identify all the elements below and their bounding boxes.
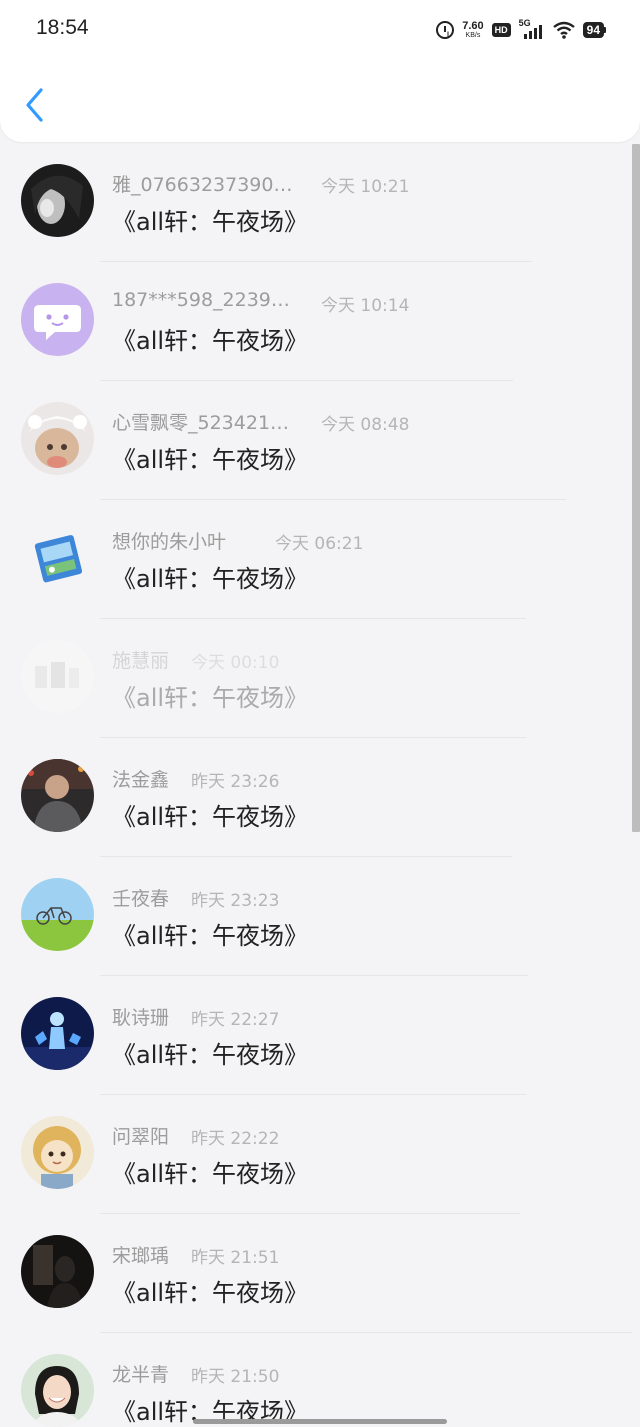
status-bar: 18:54 7.60 KB/s HD 5G 94 bbox=[0, 0, 640, 58]
message-text: 《all轩：午夜场》 bbox=[112, 565, 309, 593]
sender-name: 想你的朱小叶 bbox=[112, 531, 227, 553]
divider bbox=[100, 737, 526, 738]
divider bbox=[100, 1213, 520, 1214]
network-speed-value: 7.60 bbox=[462, 20, 484, 32]
list-item[interactable]: 龙半青 昨天 21:50 《all轩：午夜场》 bbox=[0, 1334, 632, 1427]
sender-name: 187***598_2239… bbox=[112, 289, 290, 311]
network-speed-unit: KB/s bbox=[465, 32, 481, 39]
message-text: 《all轩：午夜场》 bbox=[112, 1279, 309, 1307]
network-speed: 7.60 KB/s bbox=[462, 20, 484, 40]
cellular-signal-icon: 5G bbox=[519, 18, 545, 41]
avatar[interactable] bbox=[21, 1235, 94, 1308]
divider bbox=[100, 499, 566, 500]
scrollbar[interactable] bbox=[632, 144, 640, 1427]
home-indicator[interactable] bbox=[193, 1419, 447, 1424]
avatar[interactable] bbox=[21, 521, 94, 594]
message-text: 《all轩：午夜场》 bbox=[112, 1041, 309, 1069]
message-time: 今天 10:21 bbox=[321, 177, 410, 197]
avatar[interactable] bbox=[21, 640, 94, 713]
list-item[interactable]: 壬夜春 昨天 23:23 《all轩：午夜场》 bbox=[0, 858, 632, 977]
list-item[interactable]: 法金鑫 昨天 23:26 《all轩：午夜场》 bbox=[0, 739, 632, 858]
battery-level: 94 bbox=[582, 22, 604, 38]
message-text: 《all轩：午夜场》 bbox=[112, 446, 309, 474]
sender-name: 耿诗珊 bbox=[112, 1007, 170, 1029]
avatar[interactable] bbox=[21, 1116, 94, 1189]
message-time: 今天 10:14 bbox=[321, 296, 410, 316]
list-item[interactable]: 雅_07663237390… 今天 10:21 《all轩：午夜场》 bbox=[0, 144, 632, 263]
hd-icon: HD bbox=[491, 23, 511, 37]
sender-name: 龙半青 bbox=[112, 1364, 170, 1386]
list-item[interactable]: 耿诗珊 昨天 22:27 《all轩：午夜场》 bbox=[0, 977, 632, 1096]
divider bbox=[100, 618, 526, 619]
message-text: 《all轩：午夜场》 bbox=[112, 922, 309, 950]
divider bbox=[100, 1332, 632, 1333]
avatar[interactable] bbox=[21, 1354, 94, 1427]
divider bbox=[100, 856, 512, 857]
status-time: 18:54 bbox=[36, 16, 89, 39]
divider bbox=[100, 1094, 526, 1095]
sender-name: 宋瑯瑀 bbox=[112, 1245, 170, 1267]
message-time: 昨天 22:27 bbox=[191, 1010, 280, 1030]
message-list: 雅_07663237390… 今天 10:21 《all轩：午夜场》 187**… bbox=[0, 144, 632, 1427]
header-bar bbox=[0, 58, 640, 142]
message-time: 今天 00:10 bbox=[191, 653, 280, 673]
message-text: 《all轩：午夜场》 bbox=[112, 327, 309, 355]
divider bbox=[100, 261, 532, 262]
alarm-icon bbox=[436, 21, 455, 39]
message-text: 《all轩：午夜场》 bbox=[112, 208, 309, 236]
avatar[interactable] bbox=[21, 997, 94, 1070]
list-item[interactable]: 问翠阳 昨天 22:22 《all轩：午夜场》 bbox=[0, 1096, 632, 1215]
divider bbox=[100, 380, 513, 381]
sender-name: 法金鑫 bbox=[112, 769, 170, 791]
message-time: 昨天 23:23 bbox=[191, 891, 280, 911]
list-item[interactable]: 想你的朱小叶 今天 06:21 《all轩：午夜场》 bbox=[0, 501, 632, 620]
status-icons: 7.60 KB/s HD 5G 94 bbox=[436, 18, 606, 42]
message-time: 昨天 21:50 bbox=[191, 1367, 280, 1387]
sender-name: 雅_07663237390… bbox=[112, 174, 293, 196]
list-item[interactable]: 心雪飘零_523421… 今天 08:48 《all轩：午夜场》 bbox=[0, 382, 632, 501]
message-text: 《all轩：午夜场》 bbox=[112, 684, 309, 712]
message-time: 今天 06:21 bbox=[275, 534, 364, 554]
message-text: 《all轩：午夜场》 bbox=[112, 803, 309, 831]
divider bbox=[100, 975, 528, 976]
message-time: 昨天 22:22 bbox=[191, 1129, 280, 1149]
sender-name: 心雪飘零_523421… bbox=[112, 412, 290, 434]
chevron-left-icon[interactable] bbox=[16, 84, 52, 128]
message-time: 昨天 21:51 bbox=[191, 1248, 280, 1268]
list-item[interactable]: 施慧丽 今天 00:10 《all轩：午夜场》 bbox=[0, 620, 632, 739]
sender-name: 壬夜春 bbox=[112, 888, 170, 910]
battery-icon: 94 bbox=[582, 22, 606, 38]
message-time: 昨天 23:26 bbox=[191, 772, 280, 792]
avatar[interactable] bbox=[21, 402, 94, 475]
avatar[interactable] bbox=[21, 759, 94, 832]
wifi-icon bbox=[552, 21, 575, 39]
message-time: 今天 08:48 bbox=[321, 415, 410, 435]
avatar[interactable] bbox=[21, 164, 94, 237]
scrollbar-thumb[interactable] bbox=[632, 144, 640, 832]
list-item[interactable]: 宋瑯瑀 昨天 21:51 《all轩：午夜场》 bbox=[0, 1215, 632, 1334]
sender-name: 问翠阳 bbox=[112, 1126, 170, 1148]
avatar[interactable] bbox=[21, 283, 94, 356]
avatar[interactable] bbox=[21, 878, 94, 951]
sender-name: 施慧丽 bbox=[112, 650, 170, 672]
list-item[interactable]: 187***598_2239… 今天 10:14 《all轩：午夜场》 bbox=[0, 263, 632, 382]
message-text: 《all轩：午夜场》 bbox=[112, 1160, 309, 1188]
